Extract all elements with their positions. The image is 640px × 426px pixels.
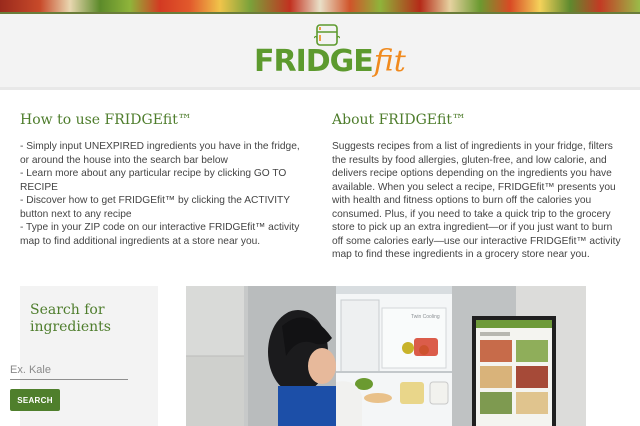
how-to-list: - Simply input UNEXPIRED ingredients you…: [20, 140, 304, 248]
search-title: Search for ingredients: [30, 302, 111, 335]
hero-image: Twin Cooling: [186, 286, 586, 426]
search-button[interactable]: SEARCH: [10, 389, 60, 411]
fridge-logo-icon: [314, 24, 340, 46]
logo-wordmark: FRIDGEfit: [254, 44, 406, 79]
vegetable-banner: [0, 0, 640, 12]
search-input[interactable]: [10, 360, 128, 380]
about-body: Suggests recipes from a list of ingredie…: [332, 141, 621, 260]
how-to-section: How to use FRIDGEfit™ - Simply input UNE…: [20, 112, 304, 248]
fridgefit-logo[interactable]: FRIDGEfit: [254, 24, 406, 86]
how-to-title: How to use FRIDGEfit™: [20, 112, 192, 128]
how-to-item: - Learn more about any particular recipe…: [20, 168, 287, 193]
about-title: About FRIDGEfit™: [332, 112, 466, 128]
logo-fridge-text: FRIDGE: [254, 44, 374, 79]
fridge-label: Twin Cooling: [411, 314, 440, 320]
logo-fit-text: fit: [373, 44, 406, 79]
how-to-item: - Type in your ZIP code on our interacti…: [20, 222, 300, 247]
how-to-item: - Discover how to get FRIDGEfit™ by clic…: [20, 195, 290, 220]
how-to-item: - Simply input UNEXPIRED ingredients you…: [20, 141, 300, 166]
site-header: FRIDGEfit: [0, 14, 640, 90]
hero-illustration: Twin Cooling: [186, 286, 586, 426]
about-section: About FRIDGEfit™ Suggests recipes from a…: [332, 112, 626, 262]
